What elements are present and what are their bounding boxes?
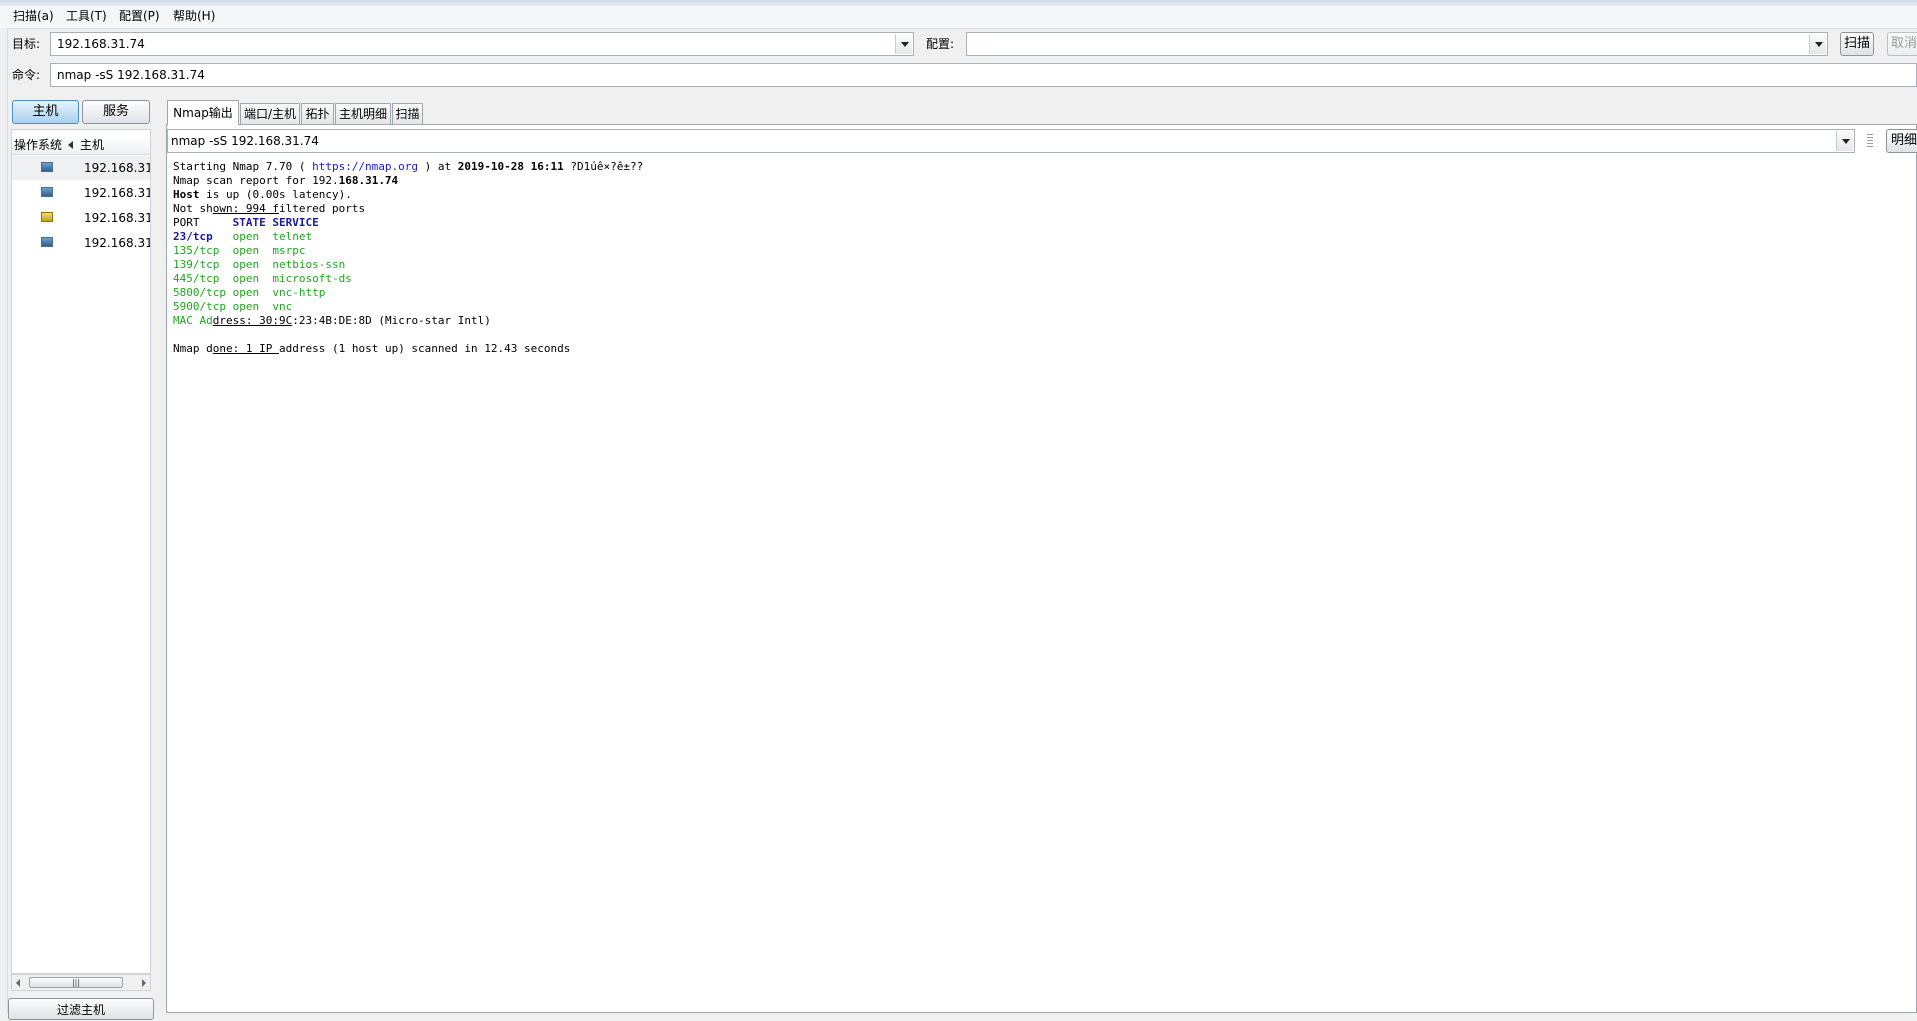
details-button[interactable]: 明细: [1886, 129, 1917, 153]
host-ip: 192.168.31.8: [84, 211, 150, 225]
output-blank-line: [173, 328, 1873, 342]
column-header-host[interactable]: 主机: [80, 137, 104, 153]
command-field[interactable]: nmap -sS 192.168.31.74: [50, 63, 1917, 87]
output-line: Starting Nmap 7.70 ( https://nmap.org ) …: [173, 160, 644, 173]
scan-button[interactable]: 扫描: [1840, 32, 1874, 56]
column-header-os[interactable]: 操作系统: [14, 137, 62, 153]
chevron-down-icon[interactable]: [1809, 34, 1826, 54]
computer-icon: [41, 162, 53, 172]
command-input[interactable]: nmap -sS 192.168.31.74: [57, 68, 205, 83]
output-line: Nmap done: 1 IP address (1 host up) scan…: [173, 342, 571, 355]
target-label: 目标:: [12, 37, 41, 51]
output-scan-value: nmap -sS 192.168.31.74: [171, 134, 319, 148]
menu-tools[interactable]: 工具(T): [63, 8, 110, 25]
host-ip: 192.168.31.7: [84, 236, 150, 250]
tab-scans[interactable]: 扫描: [392, 103, 423, 125]
chevron-down-icon[interactable]: [895, 34, 912, 54]
output-line: Nmap scan report for 192.168.31.74: [173, 174, 399, 187]
target-input[interactable]: 192.168.31.74: [57, 37, 145, 52]
port-line: 23/tcp open telnet: [173, 230, 313, 243]
host-ip: 192.168.31.1: [84, 161, 150, 175]
hosts-toggle-button[interactable]: 主机: [12, 100, 79, 124]
output-line: Not shown: 994 filtered ports: [173, 202, 366, 215]
tab-host-details[interactable]: 主机明细: [335, 103, 391, 125]
tab-topology[interactable]: 拓扑: [301, 103, 334, 125]
profile-combobox[interactable]: [966, 32, 1828, 56]
port-line: 139/tcp open netbios-ssn: [173, 258, 346, 271]
menu-bar: 扫描(a) 工具(T) 配置(P) 帮助(H): [0, 6, 1917, 29]
cancel-button[interactable]: 取消: [1887, 32, 1917, 56]
host-row[interactable]: 192.168.31.8: [12, 206, 150, 230]
menu-scan[interactable]: 扫描(a): [10, 8, 57, 25]
nmap-output-text: Starting Nmap 7.70 ( https://nmap.org ) …: [173, 160, 1873, 356]
grip-icon: [1867, 134, 1873, 148]
chevron-down-icon[interactable]: [1836, 131, 1853, 151]
output-line: PORT STATE SERVICE: [173, 216, 319, 229]
host-row[interactable]: 192.168.31.1: [12, 156, 150, 180]
computer-icon: [41, 237, 53, 247]
menu-profile[interactable]: 配置(P): [116, 8, 163, 25]
command-label: 命令:: [12, 68, 41, 82]
filter-hosts-button[interactable]: 过滤主机: [8, 998, 154, 1020]
output-line: MAC Address: 30:9C:23:4B:DE:8D (Micro-st…: [173, 314, 491, 327]
scrollbar-thumb[interactable]: |||: [29, 977, 123, 988]
warning-icon: [41, 212, 53, 222]
nmap-url-link[interactable]: https://nmap.org: [312, 160, 418, 173]
tab-nmap-output[interactable]: Nmap输出: [167, 100, 239, 125]
host-list-horizontal-scrollbar[interactable]: |||: [11, 974, 151, 991]
output-scan-selector[interactable]: nmap -sS 192.168.31.74: [167, 129, 1855, 153]
port-line: 445/tcp open microsoft-ds: [173, 272, 352, 285]
host-ip: 192.168.31.2: [84, 186, 150, 200]
tab-ports-hosts[interactable]: 端口/主机: [240, 103, 300, 125]
host-list[interactable]: 操作系统 主机 192.168.31.1 192.168.31.2 192.16…: [11, 129, 151, 974]
host-row[interactable]: 192.168.31.7: [12, 231, 150, 255]
host-row[interactable]: 192.168.31.2: [12, 181, 150, 205]
profile-label: 配置:: [926, 37, 955, 51]
port-line: 5800/tcp open vnc-http: [173, 286, 326, 299]
sort-arrow-icon: [68, 141, 73, 149]
menu-help[interactable]: 帮助(H): [170, 8, 218, 25]
port-line: 135/tcp open msrpc: [173, 244, 306, 257]
scroll-right-icon[interactable]: [142, 979, 146, 987]
window-left-border: [0, 28, 8, 1013]
host-list-header: 操作系统 主机: [12, 136, 150, 155]
computer-icon: [41, 187, 53, 197]
target-combobox[interactable]: 192.168.31.74: [50, 32, 914, 56]
port-line: 5900/tcp open vnc: [173, 300, 293, 313]
services-toggle-button[interactable]: 服务: [82, 100, 150, 124]
scroll-left-icon[interactable]: [16, 979, 20, 987]
output-line: Host is up (0.00s latency).: [173, 188, 352, 201]
